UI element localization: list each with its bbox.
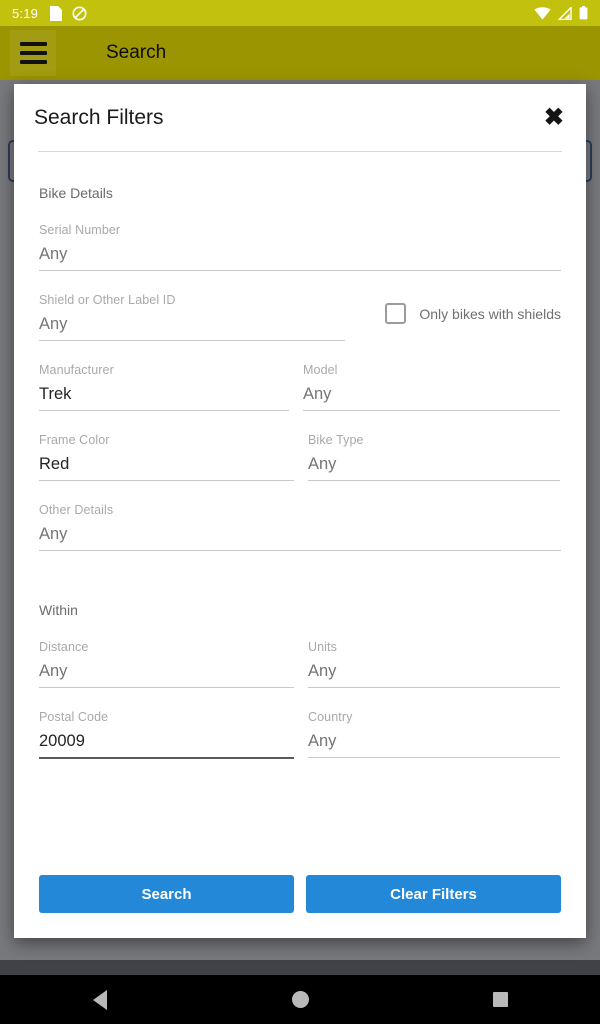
- underline-model: [303, 410, 560, 411]
- input-shield-label-id[interactable]: [39, 307, 346, 340]
- dialog-actions: Search Clear Filters: [14, 875, 586, 938]
- field-label-other-details: Other Details: [39, 503, 114, 517]
- menu-bar-3: [19, 60, 47, 64]
- battery-icon: [579, 6, 588, 20]
- field-frame-color[interactable]: Frame Color: [39, 433, 294, 481]
- field-country[interactable]: Country: [308, 710, 560, 759]
- wifi-icon: [534, 6, 551, 20]
- menu-bar-1: [19, 42, 47, 46]
- row-manufacturer-model: Manufacturer Model: [39, 363, 561, 411]
- underline-postal-code: [39, 757, 294, 759]
- field-label-model: Model: [303, 363, 338, 377]
- checkbox-box-icon[interactable]: [385, 303, 407, 324]
- field-label-bike-type: Bike Type: [308, 433, 364, 447]
- clear-filters-button[interactable]: Clear Filters: [306, 875, 561, 913]
- field-shield-label-id[interactable]: Shield or Other Label ID: [39, 293, 346, 341]
- underline-serial-number: [39, 270, 561, 271]
- dialog-header-divider: [38, 151, 562, 152]
- cell-signal-icon: [558, 6, 572, 20]
- input-manufacturer[interactable]: [39, 377, 289, 410]
- square-recents-icon: [492, 992, 508, 1007]
- underline-units: [308, 687, 560, 688]
- nav-back-button[interactable]: [60, 975, 140, 1024]
- underline-other-details: [39, 550, 561, 551]
- close-x-icon[interactable]: ✖: [534, 102, 566, 134]
- field-postal-code[interactable]: Postal Code: [39, 710, 294, 759]
- field-model[interactable]: Model: [303, 363, 560, 411]
- status-clock: 5:19: [12, 5, 39, 21]
- underline-manufacturer: [39, 410, 289, 411]
- field-label-distance: Distance: [39, 640, 89, 654]
- field-label-postal-code: Postal Code: [39, 710, 109, 724]
- status-icons-right: [534, 6, 592, 20]
- field-label-units: Units: [308, 640, 337, 654]
- android-nav-bar: [0, 975, 600, 1024]
- nav-recents-button[interactable]: [460, 975, 540, 1024]
- checkbox-label-only-bikes-with-shields: Only bikes with shields: [419, 305, 561, 322]
- checkbox-only-bikes-with-shields[interactable]: Only bikes with shields: [385, 303, 561, 324]
- dialog-header: Search Filters ✖: [14, 84, 586, 151]
- search-filters-dialog: Search Filters ✖ Bike Details Serial Num…: [14, 84, 586, 938]
- field-serial-number[interactable]: Serial Number: [39, 223, 561, 271]
- app-bar-title: Search: [106, 42, 167, 63]
- underline-bike-type: [308, 480, 560, 481]
- dialog-title: Search Filters: [34, 105, 164, 129]
- field-label-shield-label-id: Shield or Other Label ID: [39, 293, 176, 307]
- field-label-frame-color: Frame Color: [39, 433, 110, 447]
- field-label-serial-number: Serial Number: [39, 223, 121, 237]
- field-distance[interactable]: Distance: [39, 640, 294, 688]
- underline-distance: [39, 687, 294, 688]
- section-title-within: Within: [39, 602, 78, 618]
- row-shield: Shield or Other Label ID Only bikes with…: [39, 293, 561, 341]
- status-bar: 5:19: [0, 0, 600, 26]
- row-framecolor-biketype: Frame Color Bike Type: [39, 433, 561, 481]
- input-other-details[interactable]: [39, 517, 561, 550]
- hamburger-menu-icon[interactable]: [10, 30, 56, 76]
- field-manufacturer[interactable]: Manufacturer: [39, 363, 289, 411]
- section-title-bike-details: Bike Details: [39, 185, 113, 201]
- app-bar: Search: [0, 26, 600, 80]
- input-distance[interactable]: [39, 654, 294, 687]
- input-bike-type[interactable]: [308, 447, 560, 480]
- underline-frame-color: [39, 480, 294, 481]
- menu-bar-2: [19, 51, 47, 55]
- input-frame-color[interactable]: [39, 447, 294, 480]
- input-postal-code[interactable]: [39, 724, 294, 757]
- row-postalcode-country: Postal Code Country: [39, 710, 561, 759]
- field-units[interactable]: Units: [308, 640, 560, 688]
- underline-country: [308, 757, 560, 758]
- dialog-body: Bike Details Serial Number Shield or Oth…: [14, 185, 586, 759]
- input-serial-number[interactable]: [39, 237, 561, 270]
- field-label-country: Country: [308, 710, 353, 724]
- triangle-back-icon: [93, 989, 107, 1010]
- circle-home-icon: [291, 991, 309, 1008]
- field-other-details[interactable]: Other Details: [39, 503, 561, 551]
- field-bike-type[interactable]: Bike Type: [308, 433, 560, 481]
- field-label-manufacturer: Manufacturer: [39, 363, 114, 377]
- input-country[interactable]: [308, 724, 560, 757]
- input-model[interactable]: [303, 377, 560, 410]
- android-screen: 5:19 Search Search Filters ✖ Bike Detail…: [0, 0, 600, 1024]
- do-not-disturb-icon: [72, 6, 87, 21]
- sim-card-icon: [50, 5, 63, 21]
- underline-shield-label-id: [39, 340, 346, 341]
- nav-home-button[interactable]: [260, 975, 340, 1024]
- input-units[interactable]: [308, 654, 560, 687]
- row-distance-units: Distance Units: [39, 640, 561, 688]
- search-button[interactable]: Search: [39, 875, 294, 913]
